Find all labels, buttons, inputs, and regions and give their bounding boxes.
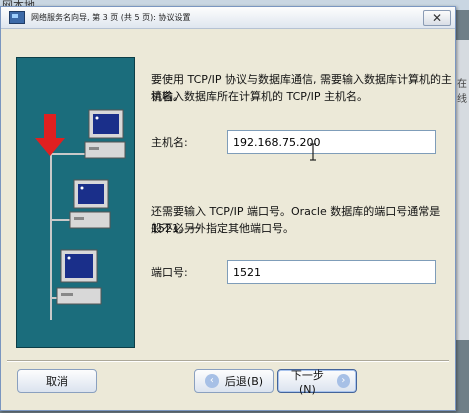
computer-icon-2 [69,179,111,229]
back-button-label: 后退(B) [224,375,264,388]
window-title: 网络服务名向导, 第 3 页 (共 5 页): 协议设置 [31,13,191,22]
cancel-button[interactable]: 取消 [17,369,97,393]
host-label: 主机名: [151,136,188,149]
intro-text-line2: 请输入数据库所在计算机的 TCP/IP 主机名。 [151,90,368,103]
wizard-dialog: 网络服务名向导, 第 3 页 (共 5 页): 协议设置 ✕ 要使用 TCP/I… [0,6,456,411]
next-arrow-icon: › [336,374,350,388]
desktop-side-strip: 在线 [455,40,469,340]
network-illustration [16,57,135,348]
next-button[interactable]: 下一步(N) › [277,368,357,396]
desktop-side-text: 在线 [457,79,467,105]
text-cursor-icon [310,143,316,161]
computer-icon-3 [56,249,102,305]
cancel-button-label: 取消 [46,375,68,388]
title-bar[interactable]: 网络服务名向导, 第 3 页 (共 5 页): 协议设置 ✕ [1,7,455,29]
next-button-label: 下一步(N) [290,368,324,396]
port-label: 端口号: [151,266,188,279]
back-button[interactable]: ‹ 后退(B) [194,369,274,393]
back-arrow-icon: ‹ [204,374,219,388]
app-icon [9,11,25,24]
network-illustration-graphic [35,109,126,320]
host-input[interactable] [227,130,436,154]
port-input[interactable] [227,260,436,284]
button-separator [7,360,449,362]
port-intro-line2: 般不必另外指定其他端口号。 [151,222,294,235]
close-button[interactable]: ✕ [423,9,451,26]
computer-icon-1 [84,109,126,159]
